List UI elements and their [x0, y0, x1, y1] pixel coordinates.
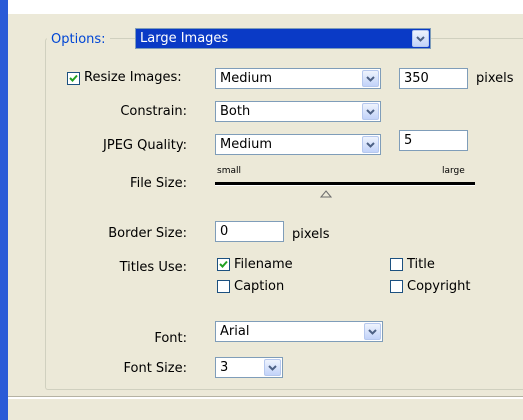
caption-checkbox[interactable] [217, 280, 230, 293]
checkmark-icon [69, 74, 78, 82]
chevron-down-icon[interactable] [362, 70, 379, 87]
resize-pixels-unit: pixels [476, 71, 514, 86]
top-strip [8, 0, 523, 14]
font-label: Font: [154, 331, 187, 346]
border-size-label: Border Size: [108, 226, 187, 241]
slider-thumb-icon[interactable] [319, 187, 333, 202]
font-value: Arial [220, 324, 250, 339]
options-select-value: Large Images [140, 31, 229, 46]
jpeg-quality-value: Medium [220, 137, 272, 152]
font-size-label: Font Size: [123, 361, 187, 376]
border-size-unit: pixels [292, 227, 330, 242]
jpeg-quality-number: 5 [404, 133, 413, 148]
file-size-large-label: large [442, 166, 465, 176]
filename-checkbox[interactable] [217, 258, 230, 271]
copyright-checkbox[interactable] [390, 280, 403, 293]
resize-pixels-value: 350 [404, 71, 429, 86]
resize-images-label: Resize Images: [84, 70, 182, 85]
resize-images-checkbox[interactable] [67, 72, 80, 85]
options-label: Options: [47, 31, 110, 49]
constrain-value: Both [220, 104, 251, 119]
title-checkbox[interactable] [390, 258, 403, 271]
titles-use-label: Titles Use: [119, 260, 187, 275]
resize-images-select[interactable]: Medium [215, 68, 381, 89]
chevron-down-icon[interactable] [264, 359, 281, 376]
file-size-slider-track[interactable] [215, 182, 475, 186]
options-select[interactable]: Large Images [135, 28, 431, 49]
font-size-select[interactable]: 3 [215, 357, 283, 378]
chevron-down-icon[interactable] [362, 136, 379, 153]
resize-images-value: Medium [220, 71, 272, 86]
file-size-small-label: small [217, 166, 241, 176]
constrain-label: Constrain: [120, 104, 187, 119]
resize-pixels-input[interactable]: 350 [399, 68, 468, 89]
window-accent-border [0, 0, 8, 420]
filename-label: Filename [234, 257, 293, 272]
constrain-select[interactable]: Both [215, 101, 381, 122]
font-select[interactable]: Arial [215, 321, 383, 342]
checkmark-icon [219, 260, 228, 268]
file-size-label: File Size: [130, 176, 187, 191]
jpeg-quality-select[interactable]: Medium [215, 134, 381, 155]
border-size-value: 0 [220, 224, 229, 239]
chevron-down-icon[interactable] [362, 103, 379, 120]
jpeg-quality-number-input[interactable]: 5 [399, 130, 468, 151]
font-size-value: 3 [220, 360, 229, 375]
title-label: Title [407, 257, 435, 272]
jpeg-quality-label: JPEG Quality: [103, 138, 187, 153]
border-size-input[interactable]: 0 [215, 221, 284, 242]
caption-label: Caption [234, 279, 285, 294]
chevron-down-icon[interactable] [412, 30, 429, 47]
bottom-divider [8, 396, 523, 399]
copyright-label: Copyright [407, 279, 471, 294]
chevron-down-icon[interactable] [364, 323, 381, 340]
